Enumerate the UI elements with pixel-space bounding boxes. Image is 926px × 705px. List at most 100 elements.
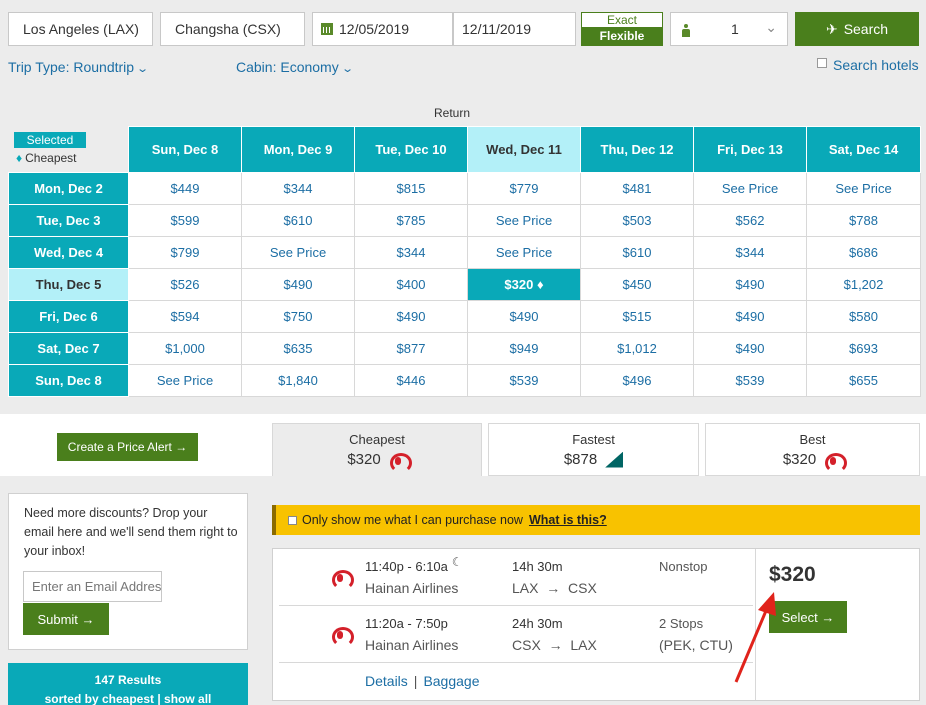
search-hotels-checkbox[interactable] bbox=[817, 58, 827, 68]
return-date-header[interactable]: Mon, Dec 9 bbox=[241, 126, 355, 173]
price-cell[interactable]: $344 bbox=[693, 236, 807, 269]
price-cell[interactable]: See Price bbox=[693, 172, 807, 205]
price-cell[interactable]: $503 bbox=[580, 204, 694, 237]
price-cell[interactable]: $949 bbox=[467, 332, 581, 365]
depart-date-header[interactable]: Wed, Dec 4 bbox=[8, 236, 129, 269]
tab-price: $878 bbox=[563, 451, 598, 468]
price-cell[interactable]: $655 bbox=[806, 364, 921, 397]
origin-input[interactable]: Los Angeles (LAX) bbox=[8, 12, 153, 46]
price-cell[interactable]: $562 bbox=[693, 204, 807, 237]
passenger-select[interactable]: 1 ⌄ bbox=[670, 12, 788, 46]
depart-date-header[interactable]: Mon, Dec 2 bbox=[8, 172, 129, 205]
depart-date-header[interactable]: Fri, Dec 6 bbox=[8, 300, 129, 333]
price-cell[interactable]: $788 bbox=[806, 204, 921, 237]
price-cell[interactable]: $344 bbox=[354, 236, 468, 269]
price-cell[interactable]: $1,840 bbox=[241, 364, 355, 397]
return-date-input[interactable]: 12/11/2019 bbox=[453, 12, 576, 46]
price-cell[interactable]: $779 bbox=[467, 172, 581, 205]
cabin-label: Cabin: Economy bbox=[236, 59, 339, 75]
cabin-dropdown[interactable]: Cabin: Economy ⌄ bbox=[236, 59, 354, 75]
price-cell[interactable]: $1,000 bbox=[128, 332, 242, 365]
price-cell[interactable]: $496 bbox=[580, 364, 694, 397]
price-cell[interactable]: $635 bbox=[241, 332, 355, 365]
chevron-down-icon: ⌄ bbox=[340, 63, 354, 75]
price-cell[interactable]: $526 bbox=[128, 268, 242, 301]
leg-airline: Hainan Airlines bbox=[365, 637, 459, 653]
price-cell[interactable]: $594 bbox=[128, 300, 242, 333]
price-cell[interactable]: $450 bbox=[580, 268, 694, 301]
price-cell[interactable]: $539 bbox=[467, 364, 581, 397]
flexible-date-price-grid: Sun, Dec 8 Mon, Dec 9 Tue, Dec 10 Wed, Dec … bbox=[8, 126, 921, 397]
destination-input[interactable]: Changsha (CSX) bbox=[160, 12, 305, 46]
price-cell[interactable]: See Price bbox=[467, 236, 581, 269]
tab-best[interactable]: Best $320 bbox=[705, 423, 920, 476]
depart-date-input[interactable]: 12/05/2019 bbox=[312, 12, 453, 46]
return-date-header[interactable]: Fri, Dec 13 bbox=[693, 126, 807, 173]
return-date-header[interactable]: Wed, Dec 11 bbox=[467, 126, 581, 173]
submit-button[interactable]: Submit → bbox=[23, 603, 109, 635]
results-count: 147 Results bbox=[94, 673, 162, 687]
date-flexibility-toggle[interactable]: Exact Flexible bbox=[581, 12, 663, 46]
email-field[interactable]: Enter an Email Address bbox=[23, 571, 162, 602]
depart-date-header[interactable]: Thu, Dec 5 bbox=[8, 268, 129, 301]
price-cell[interactable]: $815 bbox=[354, 172, 468, 205]
purchase-filter-checkbox[interactable] bbox=[288, 515, 297, 525]
exact-option[interactable]: Exact bbox=[582, 13, 662, 28]
return-axis-label: Return bbox=[434, 106, 471, 120]
price-cell[interactable]: $481 bbox=[580, 172, 694, 205]
price-cell[interactable]: $1,202 bbox=[806, 268, 921, 301]
price-cell[interactable]: $877 bbox=[354, 332, 468, 365]
depart-date-header[interactable]: Tue, Dec 3 bbox=[8, 204, 129, 237]
cheapest-price-cell[interactable]: $320 ♦ bbox=[467, 268, 581, 301]
return-date-header[interactable]: Sat, Dec 14 bbox=[806, 126, 921, 173]
price-cell[interactable]: $686 bbox=[806, 236, 921, 269]
cathay-logo-icon bbox=[605, 451, 624, 468]
depart-date-header[interactable]: Sat, Dec 7 bbox=[8, 332, 129, 365]
price-cell[interactable]: $344 bbox=[241, 172, 355, 205]
depart-date-header[interactable]: Sun, Dec 8 bbox=[8, 364, 129, 397]
details-link[interactable]: Details bbox=[365, 673, 408, 689]
price-cell[interactable]: $599 bbox=[128, 204, 242, 237]
search-button[interactable]: ✈ Search bbox=[795, 12, 919, 46]
price-cell[interactable]: $446 bbox=[354, 364, 468, 397]
leg-times: 11:20a - 7:50p bbox=[365, 616, 448, 631]
price-cell[interactable]: $1,012 bbox=[580, 332, 694, 365]
price-cell[interactable]: $693 bbox=[806, 332, 921, 365]
return-date-header[interactable]: Tue, Dec 10 bbox=[354, 126, 468, 173]
price-cell[interactable]: See Price bbox=[467, 204, 581, 237]
leg-duration: 14h 30m bbox=[512, 559, 563, 574]
flexible-option[interactable]: Flexible bbox=[582, 28, 662, 45]
return-date-header[interactable]: Thu, Dec 12 bbox=[580, 126, 694, 173]
price-cell[interactable]: $490 bbox=[693, 332, 807, 365]
price-cell[interactable]: $610 bbox=[580, 236, 694, 269]
tab-fastest[interactable]: Fastest $878 bbox=[488, 423, 699, 476]
price-cell[interactable]: $449 bbox=[128, 172, 242, 205]
search-hotels-option[interactable]: Search hotels bbox=[817, 57, 919, 73]
price-cell[interactable]: $490 bbox=[467, 300, 581, 333]
price-cell[interactable]: $580 bbox=[806, 300, 921, 333]
price-cell[interactable]: $799 bbox=[128, 236, 242, 269]
price-cell[interactable]: $515 bbox=[580, 300, 694, 333]
hainan-logo-icon bbox=[389, 452, 412, 473]
price-cell[interactable]: $490 bbox=[354, 300, 468, 333]
trip-type-dropdown[interactable]: Trip Type: Roundtrip ⌄ bbox=[8, 59, 149, 75]
grid-row: Fri, Dec 6 $594 $750 $490 $490 $515 $490 $580 bbox=[8, 300, 921, 333]
price-cell[interactable]: $490 bbox=[693, 268, 807, 301]
price-cell[interactable]: See Price bbox=[241, 236, 355, 269]
baggage-link[interactable]: Baggage bbox=[423, 673, 479, 689]
price-cell[interactable]: $610 bbox=[241, 204, 355, 237]
price-cell[interactable]: $750 bbox=[241, 300, 355, 333]
return-date-header[interactable]: Sun, Dec 8 bbox=[128, 126, 242, 173]
results-sort-link[interactable]: sorted by cheapest | show all bbox=[8, 692, 248, 705]
price-cell[interactable]: See Price bbox=[128, 364, 242, 397]
price-cell[interactable]: $400 bbox=[354, 268, 468, 301]
price-cell[interactable]: $785 bbox=[354, 204, 468, 237]
create-price-alert-button[interactable]: Create a Price Alert → bbox=[57, 433, 198, 461]
price-cell[interactable]: $490 bbox=[241, 268, 355, 301]
price-cell[interactable]: $490 bbox=[693, 300, 807, 333]
tab-cheapest[interactable]: Cheapest $320 bbox=[272, 423, 482, 476]
price-cell[interactable]: $539 bbox=[693, 364, 807, 397]
price-cell[interactable]: See Price bbox=[806, 172, 921, 205]
hainan-logo-icon bbox=[331, 626, 354, 647]
what-is-this-link[interactable]: What is this? bbox=[529, 513, 607, 527]
